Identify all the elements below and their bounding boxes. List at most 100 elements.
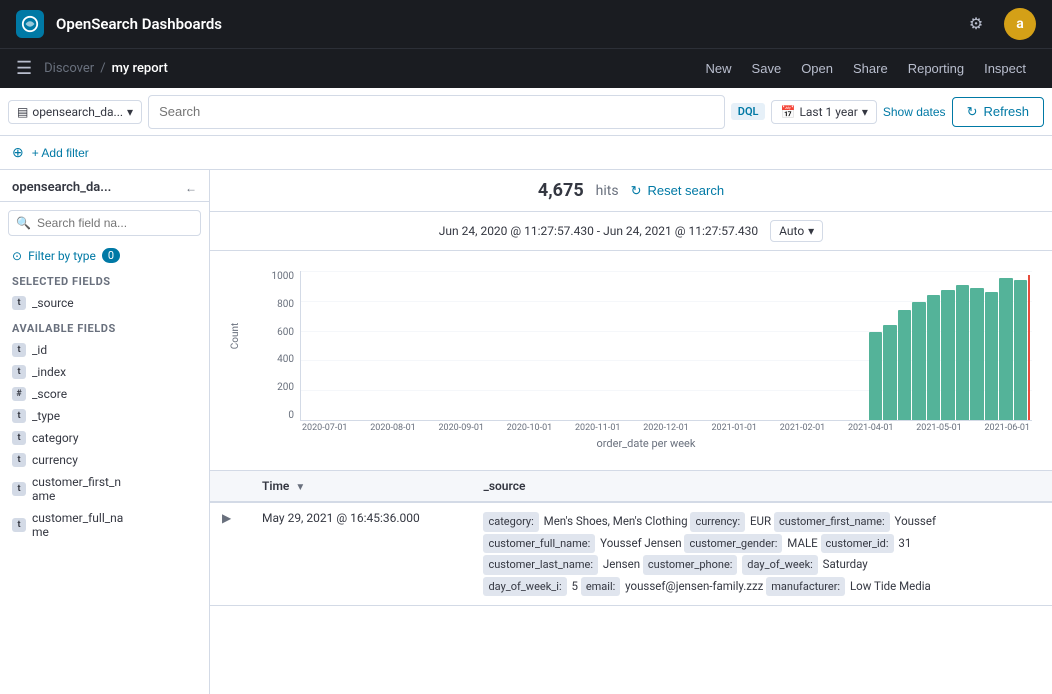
add-filter-button[interactable]: + Add filter <box>32 146 89 160</box>
time-range-label: Last 1 year <box>799 105 857 119</box>
show-dates-button[interactable]: Show dates <box>883 105 946 119</box>
field-type-badge: t <box>12 431 26 445</box>
field-item-customer-full-name[interactable]: t customer_full_name <box>0 507 209 543</box>
field-item-category[interactable]: t category <box>0 427 209 449</box>
breadcrumb-discover[interactable]: Discover <box>44 61 94 76</box>
app-title: OpenSearch Dashboards <box>56 15 222 33</box>
x-axis-labels: 2020-07-01 2020-08-01 2020-09-01 2020-10… <box>260 423 1032 433</box>
sidebar-index-name: opensearch_da... <box>12 180 111 195</box>
refresh-button[interactable]: ↻ Refresh <box>952 97 1044 127</box>
right-content: 4,675 hits ↻ Reset search Jun 24, 2020 @… <box>210 170 1052 694</box>
settings-button[interactable]: ⚙ <box>960 8 992 40</box>
logo-icon <box>16 10 44 38</box>
chart-x-title: order_date per week <box>260 437 1032 450</box>
field-item-type[interactable]: t _type <box>0 405 209 427</box>
day-of-week-value: Saturday <box>823 557 868 571</box>
row-expand-button[interactable]: ▶ <box>222 511 231 525</box>
filter-by-type-row[interactable]: ⊙ Filter by type 0 <box>0 244 209 267</box>
refresh-icon: ↻ <box>967 104 978 120</box>
chart-bars-container <box>300 271 1032 421</box>
sidebar-search: 🔍 <box>8 210 201 236</box>
field-type-badge: t <box>12 365 26 379</box>
chart-wrapper: 1000 800 600 400 200 0 <box>260 261 1032 421</box>
customer-phone-key: customer_phone: <box>643 555 738 575</box>
index-selector-icon: ▤ <box>17 105 28 119</box>
filter-by-type-label: Filter by type <box>28 249 96 263</box>
customer-full-name-value: Youssef Jensen <box>600 536 681 550</box>
chart-bar-red <box>1028 275 1030 420</box>
email-value: youssef@jensen-family.zzz <box>625 579 763 593</box>
manufacturer-value: Low Tide Media <box>850 579 931 593</box>
field-name: customer_first_name <box>32 475 121 503</box>
breadcrumb-current: my report <box>112 61 168 76</box>
breadcrumb: Discover / my report <box>44 61 168 76</box>
field-type-badge: t <box>12 296 26 310</box>
field-name: customer_full_name <box>32 511 123 539</box>
table-row: ▶ May 29, 2021 @ 16:45:36.000 category: … <box>210 502 1052 606</box>
new-button[interactable]: New <box>696 57 742 80</box>
chart-bar <box>883 325 897 420</box>
field-name: category <box>32 431 79 445</box>
field-item-id[interactable]: t _id <box>0 339 209 361</box>
currency-value: EUR <box>750 514 771 528</box>
date-range-bar: Jun 24, 2020 @ 11:27:57.430 - Jun 24, 20… <box>210 212 1052 251</box>
auto-label: Auto <box>779 224 804 238</box>
currency-key: currency: <box>690 512 745 532</box>
field-name: _index <box>32 365 66 379</box>
field-type-badge: t <box>12 453 26 467</box>
customer-first-name-value: Youssef <box>895 514 936 528</box>
field-item-source[interactable]: t _source <box>0 292 209 314</box>
chart-bar <box>912 302 926 420</box>
chart-bar <box>970 288 984 420</box>
hamburger-button[interactable]: ☰ <box>16 58 32 79</box>
time-selector[interactable]: 📅 Last 1 year ▾ <box>771 100 876 124</box>
chart-y-axis: 1000 800 600 400 200 0 <box>260 271 300 421</box>
field-item-currency[interactable]: t currency <box>0 449 209 471</box>
customer-full-name-key: customer_full_name: <box>483 534 595 554</box>
field-item-index[interactable]: t _index <box>0 361 209 383</box>
filter-by-type-icon: ⊙ <box>12 249 22 263</box>
row-source-cell: category: Men's Shoes, Men's Clothing cu… <box>471 502 1052 606</box>
user-avatar[interactable]: a <box>1004 8 1036 40</box>
chart-bar <box>927 295 941 420</box>
customer-last-name-key: customer_last_name: <box>483 555 598 575</box>
reset-search-icon: ↻ <box>631 183 642 199</box>
field-name: _source <box>32 296 74 310</box>
sidebar-arrow-button[interactable]: ← <box>185 181 197 195</box>
search-input[interactable] <box>159 104 714 119</box>
customer-id-key: customer_id: <box>821 534 894 554</box>
filter-count-badge: 0 <box>102 248 120 263</box>
customer-gender-key: customer_gender: <box>684 534 782 554</box>
field-item-score[interactable]: # _score <box>0 383 209 405</box>
sidebar-search-icon: 🔍 <box>16 216 31 230</box>
open-button[interactable]: Open <box>791 57 843 80</box>
inspect-button[interactable]: Inspect <box>974 57 1036 80</box>
auto-selector[interactable]: Auto ▾ <box>770 220 823 242</box>
day-of-week-i-value: 5 <box>571 579 577 593</box>
save-button[interactable]: Save <box>742 57 792 80</box>
index-selector[interactable]: ▤ opensearch_da... ▾ <box>8 100 142 124</box>
field-type-badge: t <box>12 518 26 532</box>
chart-bar <box>869 332 883 420</box>
field-type-badge: # <box>12 387 26 401</box>
field-item-customer-first-name[interactable]: t customer_first_name <box>0 471 209 507</box>
reset-search-label: Reset search <box>647 183 724 198</box>
field-name: _type <box>32 409 60 423</box>
bars-wrapper <box>301 275 1032 420</box>
refresh-label: Refresh <box>983 104 1029 119</box>
dql-badge[interactable]: DQL <box>731 103 766 120</box>
reporting-button[interactable]: Reporting <box>898 57 974 80</box>
sort-icon: ▼ <box>295 482 305 493</box>
sidebar: opensearch_da... ← 🔍 ⊙ Filter by type 0 … <box>0 170 210 694</box>
sidebar-search-input[interactable] <box>8 210 201 236</box>
selected-fields-label: Selected fields <box>0 267 209 292</box>
results-table: Time ▼ _source ▶ May 29, 2021 @ 16:45:36… <box>210 471 1052 694</box>
field-name: _id <box>32 343 47 357</box>
filter-icon-button[interactable]: ⊕ <box>12 144 24 161</box>
share-button[interactable]: Share <box>843 57 898 80</box>
reset-search-button[interactable]: ↻ Reset search <box>631 183 725 199</box>
manufacturer-key: manufacturer: <box>766 577 845 597</box>
auto-chevron-icon: ▾ <box>808 224 814 238</box>
category-key: category: <box>483 512 538 532</box>
column-time[interactable]: Time ▼ <box>250 471 471 502</box>
